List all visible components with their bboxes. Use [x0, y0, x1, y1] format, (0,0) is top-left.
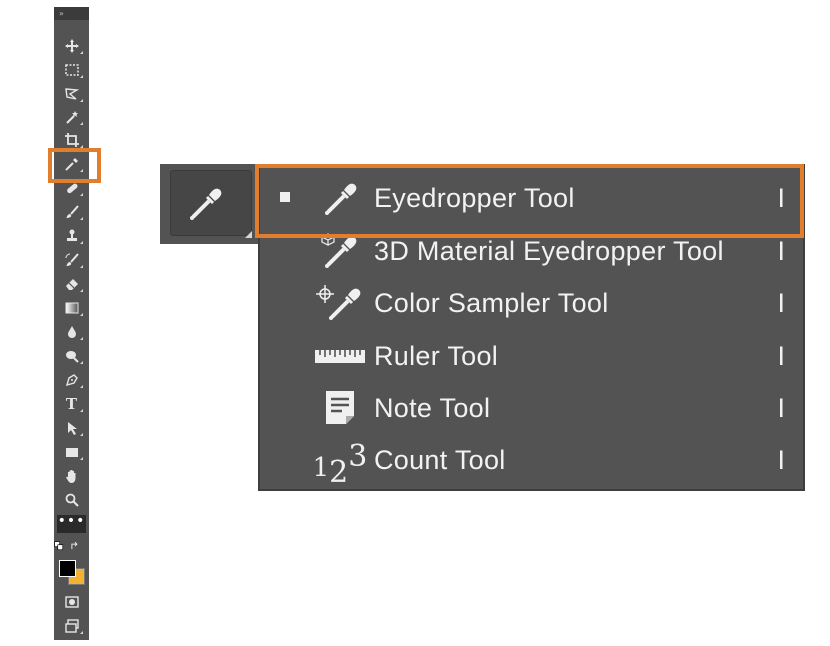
menu-item-label: Count Tool: [374, 445, 506, 475]
menu-item-shortcut: I: [777, 288, 785, 318]
collapse-icon: »: [59, 9, 64, 18]
edit-toolbar-button[interactable]: •••: [57, 513, 86, 533]
type-icon: T: [65, 395, 78, 413]
type-tool-button[interactable]: T: [54, 393, 89, 415]
tool-group-corner-icon: [245, 231, 252, 238]
menu-item-count-tool[interactable]: 123 Count Tool I: [260, 432, 803, 490]
hand-icon: [65, 470, 75, 483]
swap-colors-icon[interactable]: [70, 541, 80, 551]
rectangle-shape-icon: [65, 448, 78, 457]
eyedropper-tool-highlight: [48, 148, 101, 183]
screen-mode-icon: [64, 619, 79, 633]
clone-stamp-icon: [66, 229, 77, 241]
collapse-panel-button[interactable]: »: [54, 7, 89, 20]
history-brush-tool-button[interactable]: [54, 249, 89, 271]
3d-material-eyedropper-icon: [310, 230, 370, 272]
lasso-tool-button[interactable]: [54, 83, 89, 105]
magic-wand-icon: [65, 111, 78, 124]
brush-tool-button[interactable]: [54, 201, 89, 223]
active-eyedropper-button[interactable]: [170, 170, 252, 236]
clone-stamp-tool-button[interactable]: [54, 225, 89, 247]
color-controls: [53, 539, 89, 553]
color-swatches: [58, 556, 86, 586]
color-sampler-icon: [310, 282, 370, 324]
count-icon: 123: [312, 438, 368, 490]
tools-panel: » T •••: [53, 7, 89, 640]
lasso-icon: [64, 88, 79, 100]
menu-item-shortcut: I: [777, 393, 785, 423]
shape-tool-button[interactable]: [54, 441, 89, 463]
more-icon: •••: [57, 513, 86, 529]
quick-mask-button[interactable]: [54, 591, 89, 613]
eraser-icon: [65, 279, 78, 290]
eyedropper-tool-flyout-menu: Eyedropper Tool I 3D Material Eyedropper…: [258, 164, 805, 491]
gradient-icon: [65, 302, 78, 314]
menu-item-label: Note Tool: [374, 393, 491, 423]
menu-item-3d-material-eyedropper-tool[interactable]: 3D Material Eyedropper Tool I: [260, 223, 803, 275]
move-tool-icon: [64, 39, 79, 53]
ruler-icon: [310, 335, 370, 377]
marquee-tool-button[interactable]: [54, 59, 89, 81]
quick-mask-icon: [64, 596, 79, 608]
pen-icon: [65, 374, 78, 387]
menu-item-color-sampler-tool[interactable]: Color Sampler Tool I: [260, 275, 803, 327]
menu-item-label: 3D Material Eyedropper Tool: [374, 236, 724, 266]
history-brush-icon: [65, 253, 79, 266]
menu-item-ruler-tool[interactable]: Ruler Tool I: [260, 328, 803, 380]
hand-tool-button[interactable]: [54, 465, 89, 487]
rectangular-marquee-icon: [64, 64, 79, 76]
dodge-tool-button[interactable]: [54, 345, 89, 367]
active-tool-group: [160, 164, 260, 244]
blur-icon: [67, 326, 76, 338]
menu-item-note-tool[interactable]: Note Tool I: [260, 380, 803, 432]
menu-item-shortcut: I: [777, 445, 785, 475]
menu-item-shortcut: I: [777, 236, 785, 266]
path-selection-icon: [67, 422, 77, 435]
menu-item-eyedropper-tool[interactable]: Eyedropper Tool I: [260, 170, 803, 222]
default-colors-icon[interactable]: [53, 541, 64, 551]
path-selection-tool-button[interactable]: [54, 417, 89, 439]
move-tool-button[interactable]: [54, 35, 89, 57]
menu-item-label: Eyedropper Tool: [374, 183, 575, 213]
magic-wand-tool-button[interactable]: [54, 106, 89, 128]
eraser-tool-button[interactable]: [54, 273, 89, 295]
dodge-icon: [65, 351, 79, 363]
menu-item-shortcut: I: [777, 183, 785, 213]
blur-tool-button[interactable]: [54, 321, 89, 343]
gradient-tool-button[interactable]: [54, 297, 89, 319]
brush-icon: [65, 205, 79, 218]
zoom-tool-button[interactable]: [54, 489, 89, 511]
foreground-color-swatch[interactable]: [59, 560, 76, 577]
crop-icon: [64, 133, 79, 147]
menu-item-shortcut: I: [777, 341, 785, 371]
zoom-icon: [65, 493, 79, 507]
menu-item-label: Ruler Tool: [374, 341, 499, 371]
screen-mode-button[interactable]: [54, 615, 89, 637]
eyedropper-icon: [190, 188, 222, 220]
selected-indicator-icon: [280, 192, 290, 202]
pen-tool-button[interactable]: [54, 369, 89, 391]
eyedropper-icon: [310, 177, 370, 219]
menu-item-label: Color Sampler Tool: [374, 288, 609, 318]
note-icon: [310, 387, 370, 429]
